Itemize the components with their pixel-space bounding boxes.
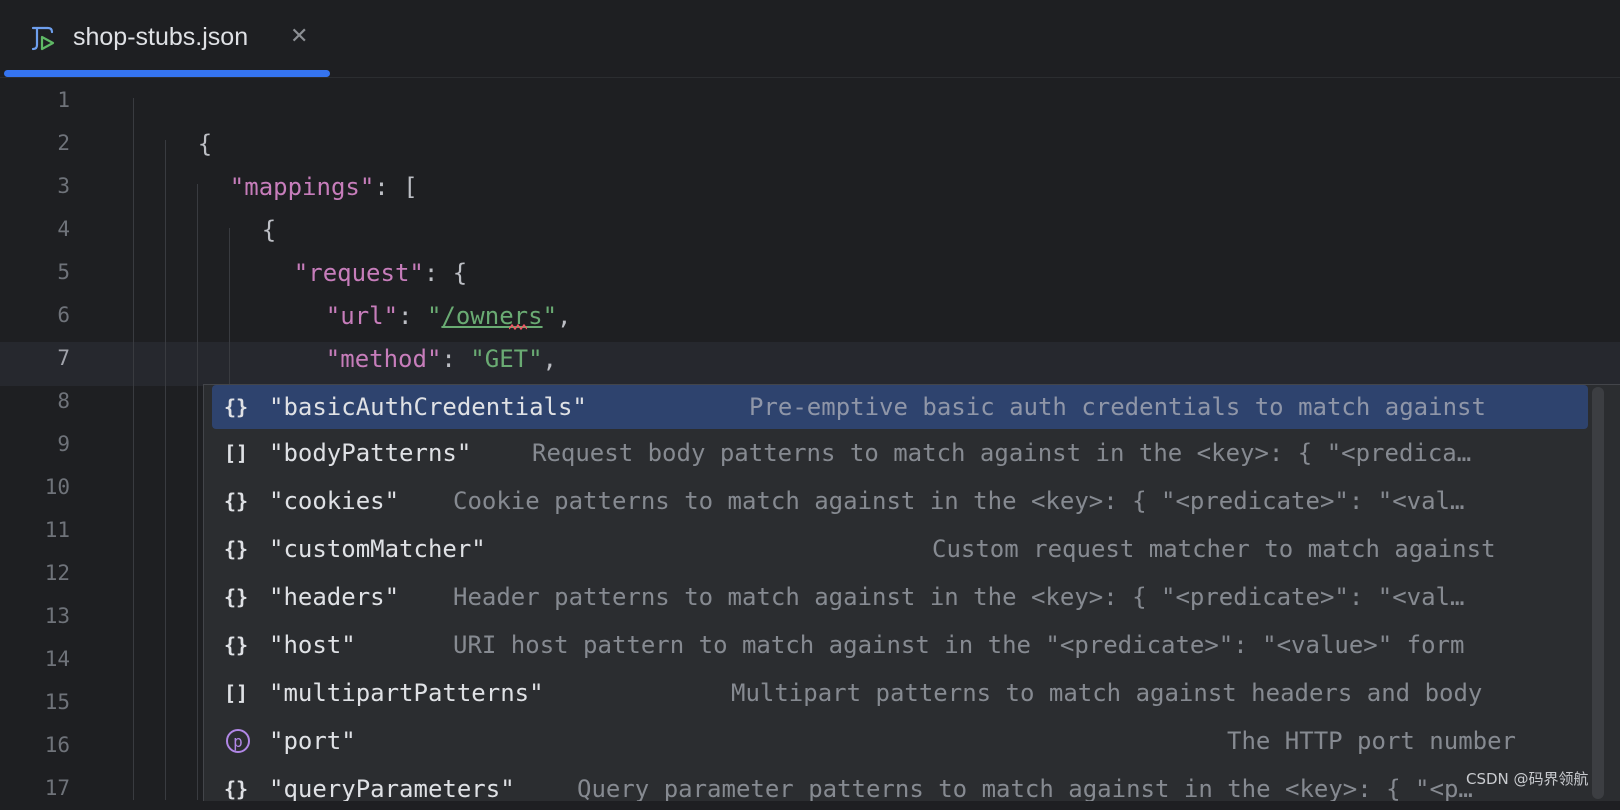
- json-punct: :: [441, 345, 471, 373]
- completion-item-desc: Cookie patterns to match against in the …: [453, 487, 1465, 515]
- completion-item[interactable]: [] "multipartPatterns" Multipart pattern…: [212, 671, 1588, 715]
- completion-item-name: "basicAuthCredentials": [269, 393, 587, 421]
- property-icon: p: [226, 729, 250, 753]
- code-completion-popup[interactable]: {} "basicAuthCredentials" Pre-emptive ba…: [203, 384, 1620, 801]
- indent-guide: [197, 184, 198, 800]
- line-number: 4: [57, 217, 70, 241]
- completion-item[interactable]: {} "customMatcher" Custom request matche…: [212, 527, 1588, 571]
- line-number: 16: [44, 733, 70, 757]
- completion-item[interactable]: p "port" The HTTP port number: [212, 719, 1588, 763]
- object-icon: {}: [224, 537, 249, 561]
- indent-guide: [165, 140, 166, 800]
- line-number: 2: [57, 131, 70, 155]
- active-tab-indicator: [4, 70, 330, 77]
- completion-scroll-thumb[interactable]: [1592, 387, 1604, 799]
- completion-item-name: "customMatcher": [269, 535, 486, 563]
- line-number: 14: [44, 647, 70, 671]
- completion-item-name: "bodyPatterns": [269, 439, 472, 467]
- line-number: 5: [57, 260, 70, 284]
- json-punct: ,: [557, 302, 572, 330]
- line-number: 8: [57, 389, 70, 413]
- line-number-current: 7: [57, 346, 70, 370]
- line-number: 9: [57, 432, 70, 456]
- completion-item-desc: Header patterns to match against in the …: [453, 583, 1465, 611]
- completion-item-name: "queryParameters": [269, 775, 515, 801]
- object-icon: {}: [224, 777, 249, 801]
- line-number: 13: [44, 604, 70, 628]
- json-file-icon: [31, 26, 55, 51]
- completion-item-desc: Multipart patterns to match against head…: [731, 679, 1483, 707]
- object-icon: {}: [224, 633, 249, 657]
- completion-item[interactable]: {} "headers" Header patterns to match ag…: [212, 575, 1588, 619]
- watermark: CSDN @码界领航: [1466, 770, 1589, 788]
- caret-line-highlight: [0, 342, 1620, 386]
- line-number: 17: [44, 776, 70, 800]
- completion-item-name: "headers": [269, 583, 400, 611]
- completion-item[interactable]: {} "queryParameters" Query parameter pat…: [212, 767, 1588, 801]
- completion-item-name: "host": [269, 631, 356, 659]
- indent-guide: [133, 98, 134, 800]
- completion-item-desc: The HTTP port number: [1227, 727, 1516, 755]
- editor-tab-bar: shop-stubs.json ✕: [0, 0, 1620, 78]
- completion-item-desc: Custom request matcher to match against: [932, 535, 1496, 563]
- error-squiggle: [509, 324, 527, 330]
- line-number: 1: [57, 88, 70, 112]
- completion-item-name: "cookies": [269, 487, 400, 515]
- object-icon: {}: [224, 585, 249, 609]
- line-number: 15: [44, 690, 70, 714]
- completion-item-desc: URI host pattern to match against in the…: [453, 631, 1465, 659]
- completion-item[interactable]: [] "bodyPatterns" Request body patterns …: [212, 431, 1588, 475]
- object-icon: {}: [224, 395, 249, 419]
- json-key: "method": [325, 345, 442, 373]
- completion-item-name: "port": [269, 727, 356, 755]
- array-icon: []: [224, 681, 249, 705]
- line-number: 6: [57, 303, 70, 327]
- line-number: 12: [44, 561, 70, 585]
- line-number: 3: [57, 174, 70, 198]
- completion-item[interactable]: {} "host" URI host pattern to match agai…: [212, 623, 1588, 667]
- completion-item[interactable]: {} "cookies" Cookie patterns to match ag…: [212, 479, 1588, 523]
- json-punct: ,: [542, 345, 557, 373]
- json-string-value: "GET": [470, 345, 543, 373]
- json-punct: : [: [374, 173, 418, 201]
- array-icon: []: [224, 441, 249, 465]
- line-number: 11: [44, 518, 70, 542]
- tab-shop-stubs-json[interactable]: shop-stubs.json ✕: [4, 0, 330, 78]
- close-icon[interactable]: ✕: [290, 20, 308, 54]
- tab-title: shop-stubs.json: [73, 23, 249, 51]
- completion-item[interactable]: {} "basicAuthCredentials" Pre-emptive ba…: [212, 385, 1588, 429]
- line-number: 10: [44, 475, 70, 499]
- completion-item-name: "multipartPatterns": [269, 679, 544, 707]
- completion-item-desc: Query parameter patterns to match agains…: [577, 775, 1473, 801]
- completion-item-desc: Pre-emptive basic auth credentials to ma…: [749, 393, 1486, 421]
- object-icon: {}: [224, 489, 249, 513]
- completion-item-desc: Request body patterns to match against i…: [532, 439, 1472, 467]
